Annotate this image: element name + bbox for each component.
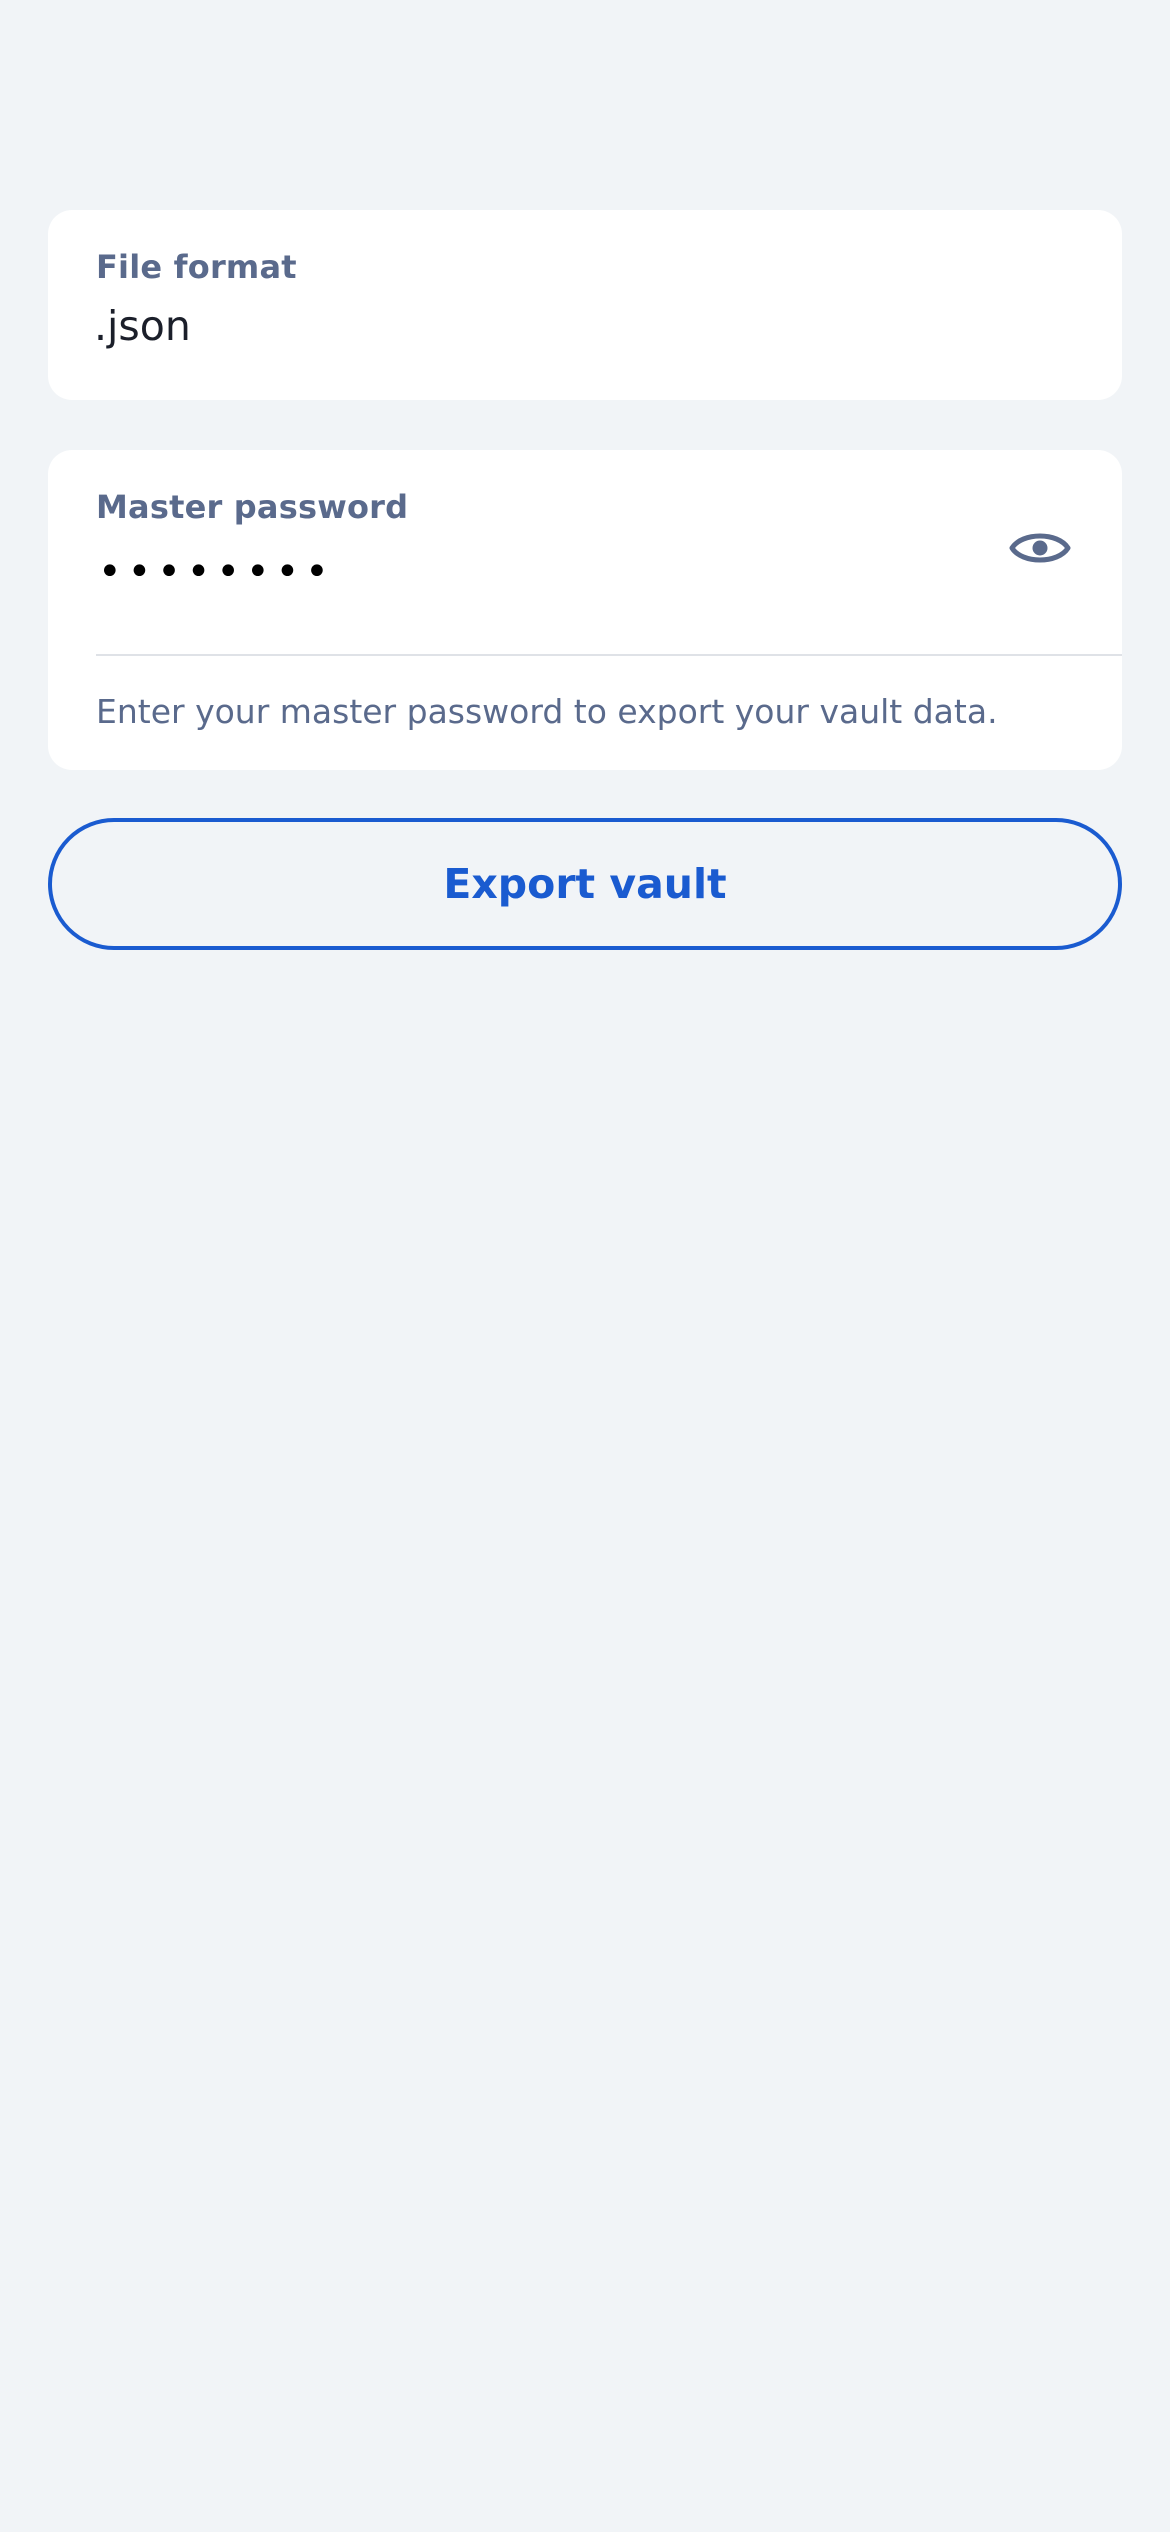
file-format-label: File format — [96, 248, 297, 286]
password-helper-text: Enter your master password to export you… — [96, 692, 998, 731]
file-format-value[interactable]: .json — [94, 302, 191, 350]
file-format-field[interactable]: File format .json — [48, 210, 1122, 400]
master-password-label: Master password — [96, 488, 409, 526]
export-vault-button[interactable]: Export vault — [48, 818, 1122, 950]
show-password-toggle[interactable] — [1008, 524, 1072, 576]
master-password-input[interactable]: •••••••• — [98, 552, 335, 592]
eye-icon — [1008, 526, 1072, 574]
password-field-divider — [96, 654, 1122, 656]
master-password-card: Master password •••••••• Enter your mast… — [48, 450, 1122, 770]
